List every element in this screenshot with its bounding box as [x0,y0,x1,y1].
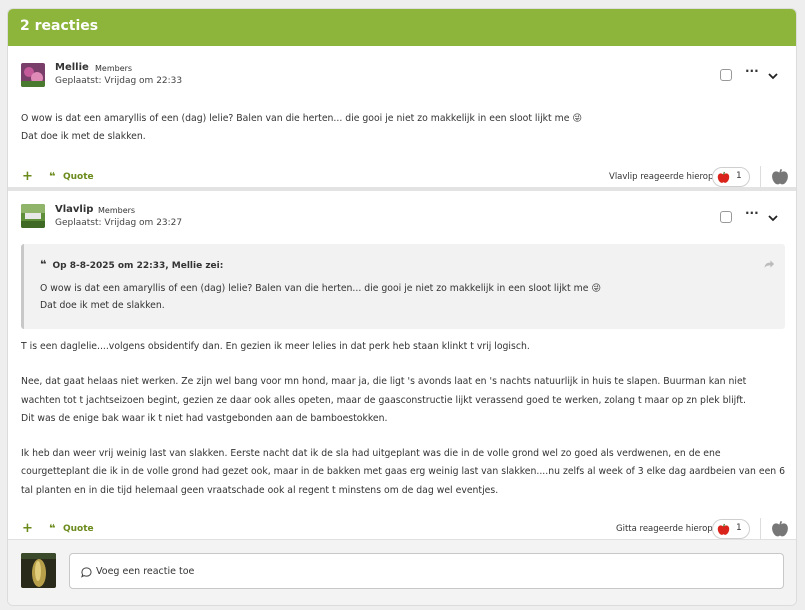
post-date[interactable]: Geplaatst: Vrijdag om 23:27 [55,218,182,228]
quote-header[interactable]: ❝ Op 8-8-2025 om 22:33, Mellie zei: [40,258,223,271]
post-body: T is een daglelie....volgens obsidentify… [21,338,786,500]
more-icon[interactable]: ··· [745,206,759,220]
share-icon[interactable] [764,259,775,269]
reaction-summary[interactable]: Vlavlip reageerde hierop [609,172,713,182]
plus-icon[interactable]: + [22,521,33,536]
apple-react-icon[interactable] [771,520,789,538]
post-paragraph: Dat doe ik met de slakken. [21,131,146,143]
post-paragraph: Nee, dat gaat helaas niet werken. Ze zij… [21,376,747,406]
post-paragraph: T is een daglelie....volgens obsidentify… [21,341,530,352]
comment-bubble-icon [81,567,92,578]
quote-icon: ❝ [40,258,47,271]
comment-post: Vlavlip Members Geplaatst: Vrijdag om 23… [8,191,796,540]
author-name[interactable]: Vlavlip [55,204,93,215]
reaction-pill[interactable]: 1 [712,519,750,539]
divider [760,518,761,540]
quote-citation: Op 8-8-2025 om 22:33, Mellie zei: [52,261,224,271]
post-paragraph: Dit was de enige bak waar ik t niet had … [21,412,388,424]
member-group: Members [98,206,136,215]
select-checkbox[interactable] [720,211,732,223]
comments-header: 2 reacties [8,9,796,46]
add-comment-input[interactable]: Voeg een reactie toe [69,553,784,589]
post-date[interactable]: Geplaatst: Vrijdag om 22:33 [55,76,182,86]
quote-icon[interactable]: ❝ [49,522,55,535]
comment-post: Mellie Members Geplaatst: Vrijdag om 22:… [8,46,796,188]
reaction-summary[interactable]: Gitta reageerde hierop [616,524,713,534]
divider [760,166,761,188]
avatar[interactable] [21,553,56,588]
quote-line: O wow is dat een amaryllis of een (dag) … [40,283,602,294]
post-paragraph: Ik heb dan weer vrij weinig last van sla… [21,448,786,496]
quote-button[interactable]: Quote [63,172,94,182]
comment-placeholder: Voeg een reactie toe [96,566,195,577]
post-paragraph: O wow is dat een amaryllis of een (dag) … [21,113,583,124]
more-icon[interactable]: ··· [745,64,759,78]
quote-line: Dat doe ik met de slakken. [40,300,165,311]
quote-block: ❝ Op 8-8-2025 om 22:33, Mellie zei: O wow… [21,244,785,329]
reaction-count: 1 [736,523,742,533]
reaction-count: 1 [736,171,742,181]
apple-react-icon [717,171,730,183]
quote-text: O wow is dat een amaryllis of een (dag) … [40,280,601,314]
avatar[interactable] [21,63,45,87]
avatar[interactable] [21,204,45,228]
chevron-down-icon[interactable] [767,212,779,224]
plus-icon[interactable]: + [22,169,33,184]
comments-panel: 2 reacties Mellie Members Geplaatst: Vri… [7,8,797,606]
author-name[interactable]: Mellie [55,62,89,73]
comments-count-title: 2 reacties [20,18,99,34]
quote-icon[interactable]: ❝ [49,170,55,183]
member-group: Members [95,64,133,73]
select-checkbox[interactable] [720,69,732,81]
apple-react-icon[interactable] [771,168,789,186]
reply-bar: Voeg een reactie toe [8,539,796,605]
post-body: O wow is dat een amaryllis of een (dag) … [21,110,786,147]
quote-button[interactable]: Quote [63,524,94,534]
reaction-pill[interactable]: 1 [712,167,750,187]
apple-react-icon [717,523,730,535]
chevron-down-icon[interactable] [767,70,779,82]
